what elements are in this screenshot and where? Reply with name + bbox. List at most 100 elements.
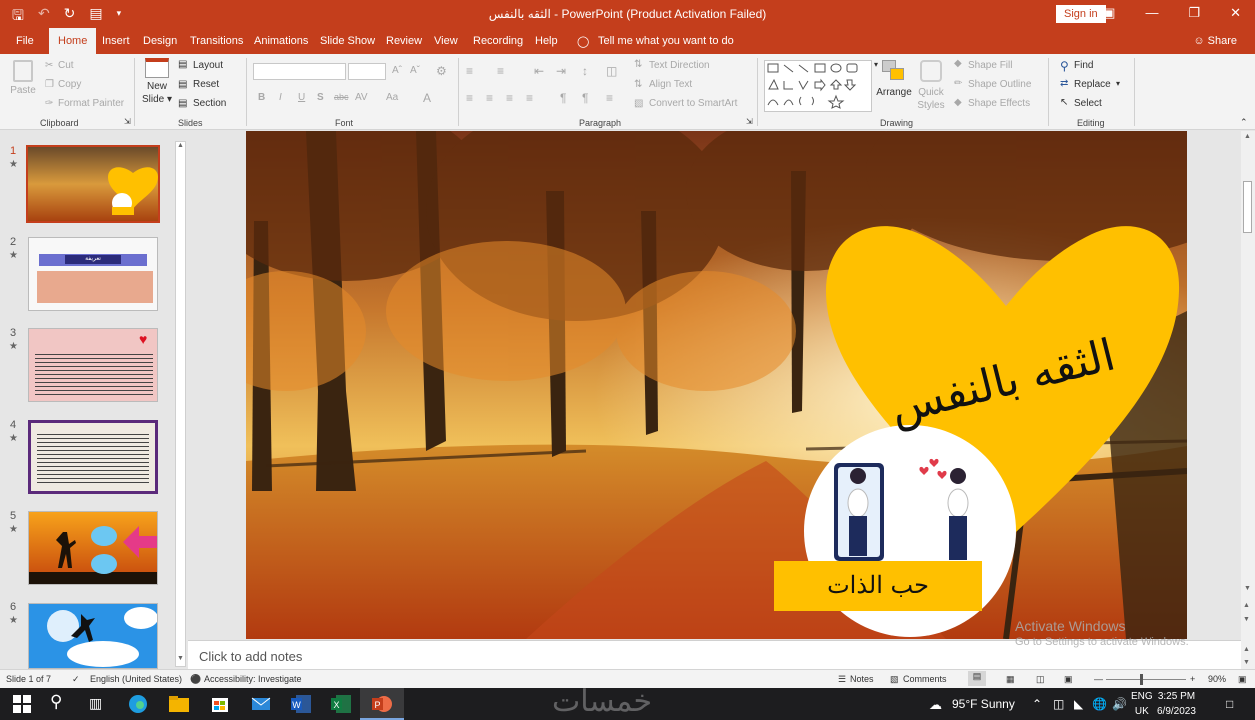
volume-icon[interactable]: 🔊 <box>1112 697 1127 711</box>
dialog-launcher-icon[interactable]: ⇲ <box>124 117 131 126</box>
language-indicator[interactable]: English (United States) <box>90 674 182 684</box>
strikethrough-button[interactable]: abc <box>334 92 349 102</box>
slide-thumbnail-6[interactable] <box>28 603 158 669</box>
excel-icon[interactable]: X <box>330 694 352 714</box>
scrollbar-thumb[interactable] <box>1243 181 1252 233</box>
close-icon[interactable]: ✕ <box>1230 5 1241 21</box>
tab-help[interactable]: Help <box>535 35 558 47</box>
columns-icon[interactable]: ◫ <box>606 64 617 78</box>
reset-button[interactable]: Reset <box>193 79 219 90</box>
slide-sorter-icon[interactable]: ▦ <box>1006 674 1015 685</box>
increase-indent-icon[interactable]: ⇥ <box>556 64 566 78</box>
minimize-icon[interactable]: — <box>1145 5 1158 21</box>
replace-dropdown-icon[interactable]: ▾ <box>1116 79 1120 88</box>
cut-button[interactable]: Cut <box>58 60 74 71</box>
section-button[interactable]: Section <box>193 98 226 109</box>
tab-insert[interactable]: Insert <box>102 35 130 47</box>
select-button[interactable]: Select <box>1074 98 1102 109</box>
tab-view[interactable]: View <box>434 35 458 47</box>
zoom-slider[interactable] <box>1106 674 1186 685</box>
line-spacing-icon[interactable]: ↕ <box>582 64 588 78</box>
taskbar-clock[interactable]: 3:25 PM 6/9/2023 <box>1157 689 1196 719</box>
shape-fill-button[interactable]: Shape Fill <box>968 60 1012 71</box>
spelling-icon[interactable]: ✓ <box>72 674 80 685</box>
tab-home[interactable]: Home <box>49 28 97 54</box>
slideshow-view-icon[interactable]: ▣ <box>1064 674 1073 685</box>
rtl-icon[interactable]: ¶ <box>560 91 566 105</box>
tab-transitions[interactable]: Transitions <box>190 35 243 47</box>
windows-start-icon[interactable] <box>12 694 34 714</box>
shape-effects-button[interactable]: Shape Effects <box>968 98 1030 109</box>
ribbon-display-icon[interactable]: ▣ <box>1103 5 1115 21</box>
font-color-button[interactable]: A <box>423 91 431 105</box>
font-name-dropdown[interactable] <box>253 63 346 80</box>
maximize-icon[interactable]: ❐ <box>1188 5 1200 21</box>
zoom-level[interactable]: 90% <box>1208 674 1226 684</box>
find-button[interactable]: Find <box>1074 60 1093 71</box>
mail-icon[interactable] <box>250 694 272 714</box>
file-explorer-icon[interactable] <box>168 694 190 714</box>
format-painter-button[interactable]: Format Painter <box>58 98 124 109</box>
scroll-down-icon[interactable]: ▼ <box>177 655 184 665</box>
slide-thumbnail-1[interactable] <box>26 145 160 223</box>
collapse-ribbon-icon[interactable]: ⌃ <box>1240 117 1248 128</box>
align-right-icon[interactable]: ≡ <box>506 91 513 105</box>
normal-view-icon[interactable]: ▤ <box>968 671 986 686</box>
show-hidden-icons[interactable]: ⌃ <box>1032 697 1042 711</box>
globe-icon[interactable]: 🌐 <box>1092 697 1107 711</box>
bold-button[interactable]: B <box>258 92 265 103</box>
char-spacing-button[interactable]: AV <box>355 92 368 103</box>
copy-button[interactable]: Copy <box>58 79 81 90</box>
paragraph-dialog-launcher-icon[interactable]: ⇲ <box>746 117 753 126</box>
numbering-icon[interactable]: ≡ <box>497 64 504 78</box>
next-slide-icon[interactable]: ▼ <box>1243 616 1250 623</box>
task-view-icon[interactable]: ▥ <box>89 695 111 715</box>
meet-icon[interactable]: ◫ <box>1053 697 1064 711</box>
bullets-icon[interactable]: ≡ <box>466 64 473 78</box>
previous-slide-icon[interactable]: ▲ <box>1243 602 1250 609</box>
text-direction-button[interactable]: Text Direction <box>649 60 710 71</box>
replace-button[interactable]: Replace <box>1074 79 1111 90</box>
reading-view-icon[interactable]: ◫ <box>1036 674 1045 685</box>
scroll-up-icon[interactable]: ▲ <box>177 142 184 152</box>
italic-button[interactable]: I <box>279 92 282 103</box>
search-icon[interactable]: ⚲ <box>50 692 72 712</box>
ltr-icon[interactable]: ¶ <box>582 91 588 105</box>
weather-text[interactable]: 95°F Sunny <box>952 697 1015 711</box>
slide-vertical-scrollbar[interactable]: ▲ ▼ ▲ ▼ ▲ ▼ <box>1241 131 1255 669</box>
tab-review[interactable]: Review <box>386 35 422 47</box>
share-button[interactable]: ☺ Share <box>1193 35 1237 47</box>
new-slide-button[interactable]: New Slide ▾ <box>140 58 174 106</box>
font-size-dropdown[interactable] <box>348 63 386 80</box>
change-case-button[interactable]: Aa <box>386 92 398 103</box>
comments-toggle[interactable]: Comments <box>903 674 947 684</box>
tab-recording[interactable]: Recording <box>473 35 523 47</box>
powerpoint-taskbar-item[interactable]: P <box>360 688 404 720</box>
slide-thumbnail-5[interactable] <box>28 511 158 585</box>
accessibility-checker[interactable]: Accessibility: Investigate <box>204 674 302 684</box>
align-center-icon[interactable]: ≡ <box>486 91 493 105</box>
align-left-icon[interactable]: ≡ <box>466 91 473 105</box>
paste-button[interactable]: Paste <box>10 60 36 97</box>
notes-placeholder[interactable]: Click to add notes <box>199 649 302 664</box>
decrease-indent-icon[interactable]: ⇤ <box>534 64 544 78</box>
next-slide-icon[interactable]: ▼ <box>1243 659 1250 666</box>
justify-low-icon[interactable]: ≡ <box>606 91 613 105</box>
zoom-slider-thumb[interactable] <box>1140 674 1143 685</box>
shapes-gallery[interactable] <box>764 60 872 112</box>
store-icon[interactable] <box>210 694 232 714</box>
quick-styles-button[interactable]: Quick Styles <box>914 60 948 112</box>
clear-formatting-icon[interactable]: ⚙ <box>436 64 447 78</box>
layout-button[interactable]: Layout <box>193 60 223 71</box>
word-icon[interactable]: W <box>290 694 312 714</box>
previous-slide-icon[interactable]: ▲ <box>1243 646 1250 653</box>
fit-slide-icon[interactable]: ▣ <box>1238 674 1247 685</box>
tab-slide-show[interactable]: Slide Show <box>320 35 375 47</box>
edge-icon[interactable] <box>128 694 150 714</box>
notification-icon[interactable]: □ <box>1226 697 1233 711</box>
convert-smartart-button[interactable]: Convert to SmartArt <box>649 98 737 109</box>
tab-animations[interactable]: Animations <box>254 35 308 47</box>
shape-outline-button[interactable]: Shape Outline <box>968 79 1031 90</box>
scroll-up-icon[interactable]: ▲ <box>1244 133 1251 140</box>
slide-thumbnail-2[interactable]: تعريفة <box>28 237 158 311</box>
